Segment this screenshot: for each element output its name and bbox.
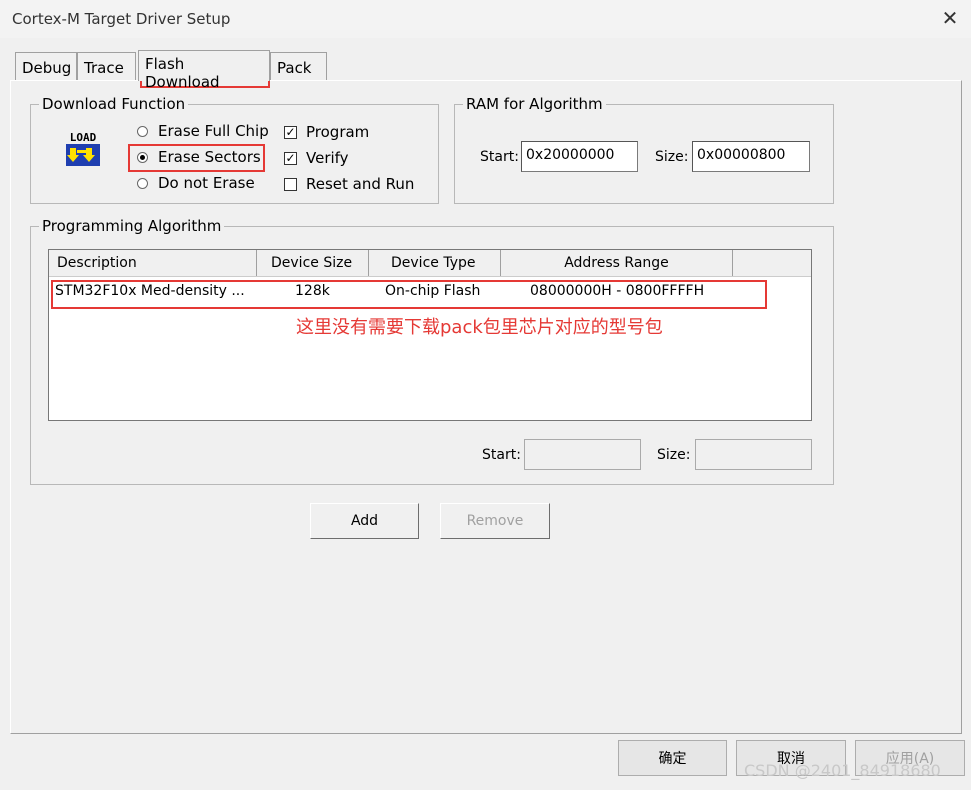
tab-flash-download[interactable]: Flash Download xyxy=(138,50,270,91)
tab-label: Pack xyxy=(277,59,312,77)
cell-device-size: 128k xyxy=(295,283,330,299)
group-legend: Download Function xyxy=(39,95,189,113)
check-icon[interactable]: ✓ xyxy=(284,151,297,165)
column-label: Address Range xyxy=(564,255,669,271)
tab-pack[interactable]: Pack xyxy=(270,52,327,81)
ram-size-input[interactable]: 0x00000800 xyxy=(692,141,810,172)
column-header-description[interactable]: Description xyxy=(49,250,257,276)
algo-start-input[interactable] xyxy=(524,439,641,470)
cell-address-range: 08000000H - 0800FFFFH xyxy=(530,283,705,299)
ram-size-label: Size: xyxy=(655,149,689,165)
checkbox-label: Reset and Run xyxy=(306,175,415,193)
column-header-address-range[interactable]: Address Range xyxy=(501,250,733,276)
ram-start-input[interactable]: 0x20000000 xyxy=(521,141,638,172)
check-icon[interactable]: ✓ xyxy=(284,125,297,139)
annotation-text: 这里没有需要下载pack包里芯片对应的型号包 xyxy=(296,317,663,338)
column-header-empty xyxy=(733,250,811,276)
column-label: Description xyxy=(57,255,137,271)
radio-button[interactable] xyxy=(137,177,148,189)
radio-label: Erase Full Chip xyxy=(158,122,269,140)
radio-do-not-erase[interactable]: Do not Erase xyxy=(137,174,255,192)
radio-button[interactable] xyxy=(137,151,148,163)
radio-erase-sectors[interactable]: Erase Sectors xyxy=(137,148,261,166)
checkbox-verify[interactable]: ✓ Verify xyxy=(284,149,349,167)
algo-size-label: Size: xyxy=(657,447,691,463)
algo-size-input[interactable] xyxy=(695,439,812,470)
tab-label: Debug xyxy=(22,59,72,77)
radio-erase-full-chip[interactable]: Erase Full Chip xyxy=(137,122,269,140)
group-legend: Programming Algorithm xyxy=(39,217,225,235)
algo-start-label: Start: xyxy=(482,447,521,463)
load-icon-text: LOAD xyxy=(70,131,97,144)
watermark: CSDN @2401_84918680 xyxy=(744,761,941,780)
column-header-device-size[interactable]: Device Size xyxy=(257,250,369,276)
column-header-device-type[interactable]: Device Type xyxy=(369,250,501,276)
window-title: Cortex-M Target Driver Setup xyxy=(12,10,231,28)
close-icon[interactable]: ✕ xyxy=(936,6,964,30)
checkbox-label: Verify xyxy=(306,149,349,167)
ram-start-label: Start: xyxy=(480,149,519,165)
radio-button[interactable] xyxy=(137,125,148,137)
checkbox-program[interactable]: ✓ Program xyxy=(284,123,369,141)
title-bar: Cortex-M Target Driver Setup ✕ xyxy=(0,0,971,38)
checkbox-reset-and-run[interactable]: Reset and Run xyxy=(284,175,414,193)
radio-label: Do not Erase xyxy=(158,174,255,192)
tab-debug[interactable]: Debug xyxy=(15,52,77,81)
tab-label: Flash Download xyxy=(145,55,220,91)
checkbox-box[interactable] xyxy=(284,177,297,191)
load-icon: LOAD xyxy=(62,128,104,170)
add-button[interactable]: Add xyxy=(310,503,419,539)
list-header: Description Device Size Device Type Addr… xyxy=(49,250,811,277)
checkbox-label: Program xyxy=(306,123,370,141)
tab-trace[interactable]: Trace xyxy=(77,52,136,81)
cell-device-type: On-chip Flash xyxy=(385,283,481,299)
column-label: Device Type xyxy=(391,255,476,271)
group-legend: RAM for Algorithm xyxy=(463,95,606,113)
radio-label: Erase Sectors xyxy=(158,148,261,166)
ok-button[interactable]: 确定 xyxy=(618,740,727,776)
tab-label: Trace xyxy=(84,59,124,77)
column-label: Device Size xyxy=(271,255,353,271)
cell-description: STM32F10x Med-density ... xyxy=(55,283,245,299)
remove-button[interactable]: Remove xyxy=(440,503,550,539)
